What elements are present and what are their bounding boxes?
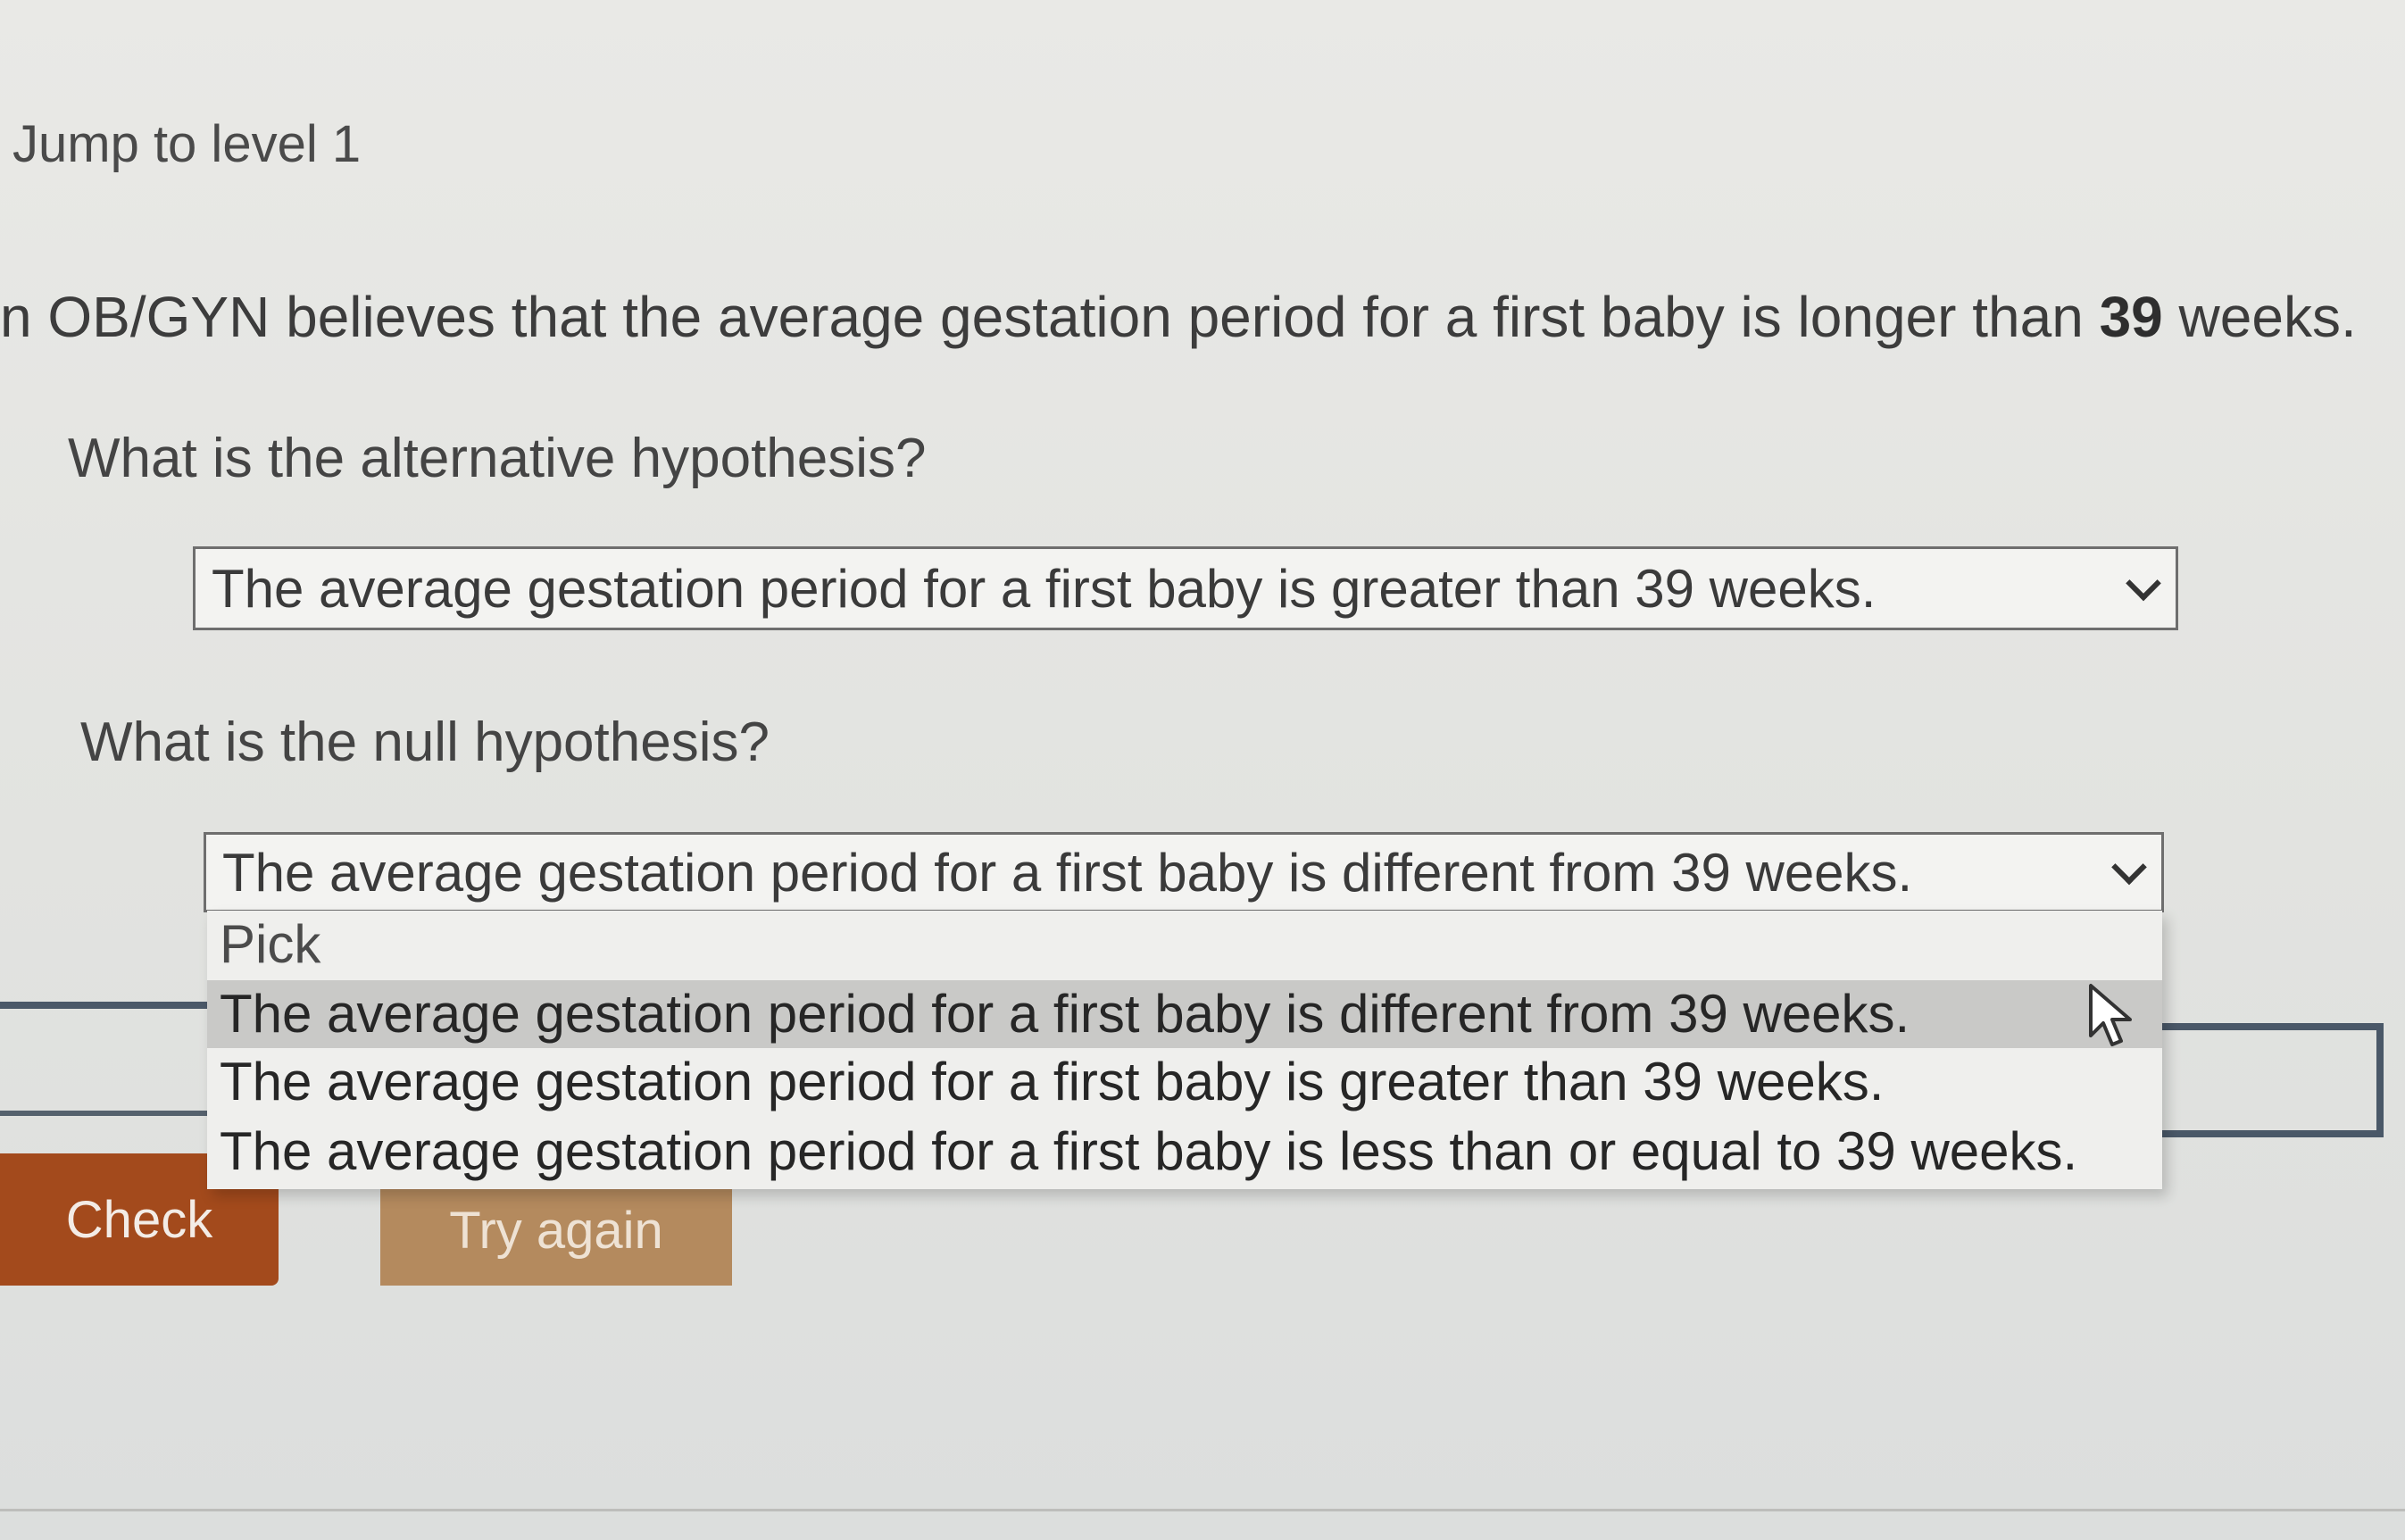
null-hypothesis-dropdown-list: Pick The average gestation period for a … bbox=[207, 911, 2162, 1189]
dropdown-option-pick[interactable]: Pick bbox=[207, 911, 2162, 978]
chevron-down-icon bbox=[2111, 849, 2147, 886]
jump-to-level-link[interactable]: Jump to level 1 bbox=[12, 114, 361, 174]
chevron-down-icon bbox=[2126, 565, 2161, 602]
mouse-pointer-icon bbox=[2089, 984, 2132, 1046]
problem-statement: n OB/GYN believes that the average gesta… bbox=[0, 284, 2357, 350]
alternative-selected-value: The average gestation period for a first… bbox=[212, 558, 1877, 619]
null-hypothesis-question: What is the null hypothesis? bbox=[80, 712, 770, 773]
bottom-divider bbox=[0, 1509, 2405, 1511]
answer-area-border-left bbox=[0, 1002, 207, 1009]
null-hypothesis-select[interactable]: The average gestation period for a first… bbox=[204, 832, 2164, 912]
dropdown-option-greater[interactable]: The average gestation period for a first… bbox=[207, 1048, 2162, 1116]
answer-area-border-left-lower bbox=[0, 1111, 207, 1116]
answer-area-border-right bbox=[2125, 1023, 2384, 1137]
problem-text-start: n OB/GYN believes that the average gesta… bbox=[0, 285, 2100, 349]
try-again-button[interactable]: Try again bbox=[380, 1175, 732, 1286]
dropdown-option-different[interactable]: The average gestation period for a first… bbox=[207, 980, 2162, 1048]
dropdown-option-less-or-equal[interactable]: The average gestation period for a first… bbox=[207, 1118, 2162, 1186]
alternative-hypothesis-question: What is the alternative hypothesis? bbox=[68, 428, 927, 489]
page-background: Jump to level 1 n OB/GYN believes that t… bbox=[0, 0, 2405, 1540]
problem-number: 39 bbox=[2099, 285, 2163, 349]
null-selected-value: The average gestation period for a first… bbox=[222, 842, 1913, 903]
problem-text-end: weeks. bbox=[2162, 285, 2357, 349]
alternative-hypothesis-select[interactable]: The average gestation period for a first… bbox=[193, 546, 2178, 630]
